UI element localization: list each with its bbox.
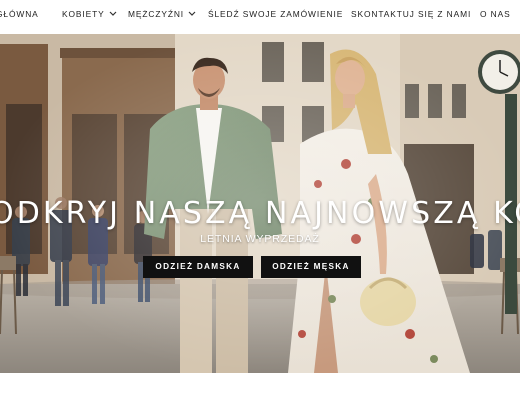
hero-headline-text: ODKRYJ NASZĄ NAJNOWSZĄ KOLEKCJĘ <box>0 196 520 231</box>
hero-subheadline: LETNIA WYPRZEDAŻ <box>200 233 320 245</box>
nav-item-contact[interactable]: SKONTAKTUJ SIĘ Z NAMI <box>351 9 471 19</box>
nav-item-women[interactable]: KOBIETY <box>62 9 118 19</box>
hero-headline: ODKRYJ NASZĄ NAJNOWSZĄ KOLEKCJĘ <box>0 196 520 236</box>
page-content-below-hero <box>0 373 520 397</box>
nav-item-about[interactable]: O NAS <box>480 9 511 19</box>
nav-item-label: SKONTAKTUJ SIĘ Z NAMI <box>351 9 472 19</box>
main-navigation: GŁÓWNA KOBIETY MĘŻCZYŹNI ŚLEDŹ SWOJE ZAM… <box>0 0 520 30</box>
chevron-down-icon <box>109 11 117 16</box>
chevron-down-icon <box>188 11 196 16</box>
womens-clothing-button[interactable]: ODZIEŻ DAMSKA <box>143 256 253 278</box>
hero-banner: ODKRYJ NASZĄ NAJNOWSZĄ KOLEKCJĘ LETNIA W… <box>0 34 520 373</box>
mens-clothing-button[interactable]: ODZIEŻ MĘSKA <box>261 256 361 278</box>
nav-item-label: O NAS <box>480 9 511 19</box>
nav-item-label: GŁÓWNA <box>0 9 39 19</box>
nav-item-label: KOBIETY <box>62 9 105 19</box>
nav-item-label: MĘŻCZYŹNI <box>128 9 185 19</box>
nav-item-home[interactable]: GŁÓWNA <box>0 9 39 19</box>
nav-item-track-order[interactable]: ŚLEDŹ SWOJE ZAMÓWIENIE <box>208 9 343 19</box>
nav-item-label: ŚLEDŹ SWOJE ZAMÓWIENIE <box>208 9 344 19</box>
nav-item-men[interactable]: MĘŻCZYŹNI <box>128 9 197 19</box>
